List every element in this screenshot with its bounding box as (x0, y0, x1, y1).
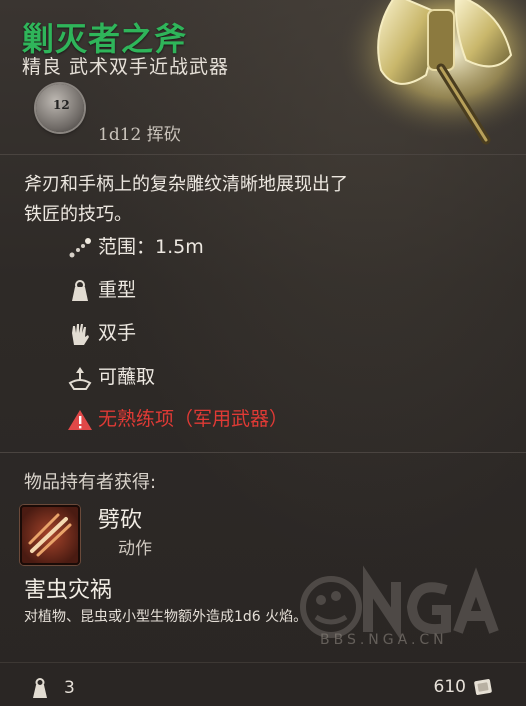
dippable-icon (68, 366, 92, 390)
property-label: 范围：1.5m (98, 236, 204, 258)
weight-icon (33, 678, 47, 698)
description-line: 斧刃和手柄上的复杂雕纹清晰地展现出了 (24, 174, 348, 195)
die-face-number: 12 (53, 98, 70, 112)
property-label: 重型 (98, 279, 137, 301)
axe-artwork (336, 0, 526, 150)
item-description: 斧刃和手柄上的复杂雕纹清晰地展现出了 铁匠的技巧。 (24, 170, 444, 230)
weight-value: 3 (64, 678, 75, 698)
reach-icon (69, 237, 91, 257)
granted-section-label: 物品持有者获得: (24, 472, 157, 493)
damage-roll: 1d12 挥砍 (98, 125, 181, 145)
warning-icon (68, 409, 92, 430)
cleave-icon[interactable] (20, 505, 80, 565)
skill-name: 劈砍 (98, 508, 143, 533)
section-divider (0, 452, 526, 453)
property-label: 双手 (98, 322, 137, 344)
item-value: 610 (433, 677, 466, 697)
skill-type: 动作 (118, 539, 152, 559)
property-label: 可蘸取 (98, 366, 156, 388)
property-label: 无熟练项（军用武器） (98, 408, 289, 430)
watermark-url: BBS.NGA.CN (320, 632, 448, 648)
item-tooltip: 剿灭者之斧 精良 武术双手近战武器 12 1d12 挥砍 斧刃和手柄上的复杂雕纹… (0, 0, 526, 706)
property-heavy: 重型 (66, 275, 136, 304)
footer-divider (0, 662, 526, 663)
property-no-proficiency: 无熟练项（军用武器） (66, 404, 288, 433)
enchant-title: 害虫灾祸 (24, 578, 113, 603)
heavy-weight-icon (72, 279, 88, 301)
two-hands-icon (72, 323, 89, 345)
cleave-glyph (28, 513, 72, 557)
item-weight: 3 (30, 677, 75, 699)
property-two-handed: 双手 (66, 318, 136, 347)
item-rarity-type: 精良 武术双手近战武器 (22, 56, 230, 78)
property-dippable: 可蘸取 (66, 362, 155, 391)
header-divider (0, 154, 526, 155)
gold-coin-icon (474, 679, 492, 695)
property-reach: 范围：1.5m (66, 232, 204, 261)
description-line: 铁匠的技巧。 (24, 204, 132, 225)
enchant-description: 对植物、昆虫或小型生物额外造成1d6 火焰。 (24, 609, 308, 625)
